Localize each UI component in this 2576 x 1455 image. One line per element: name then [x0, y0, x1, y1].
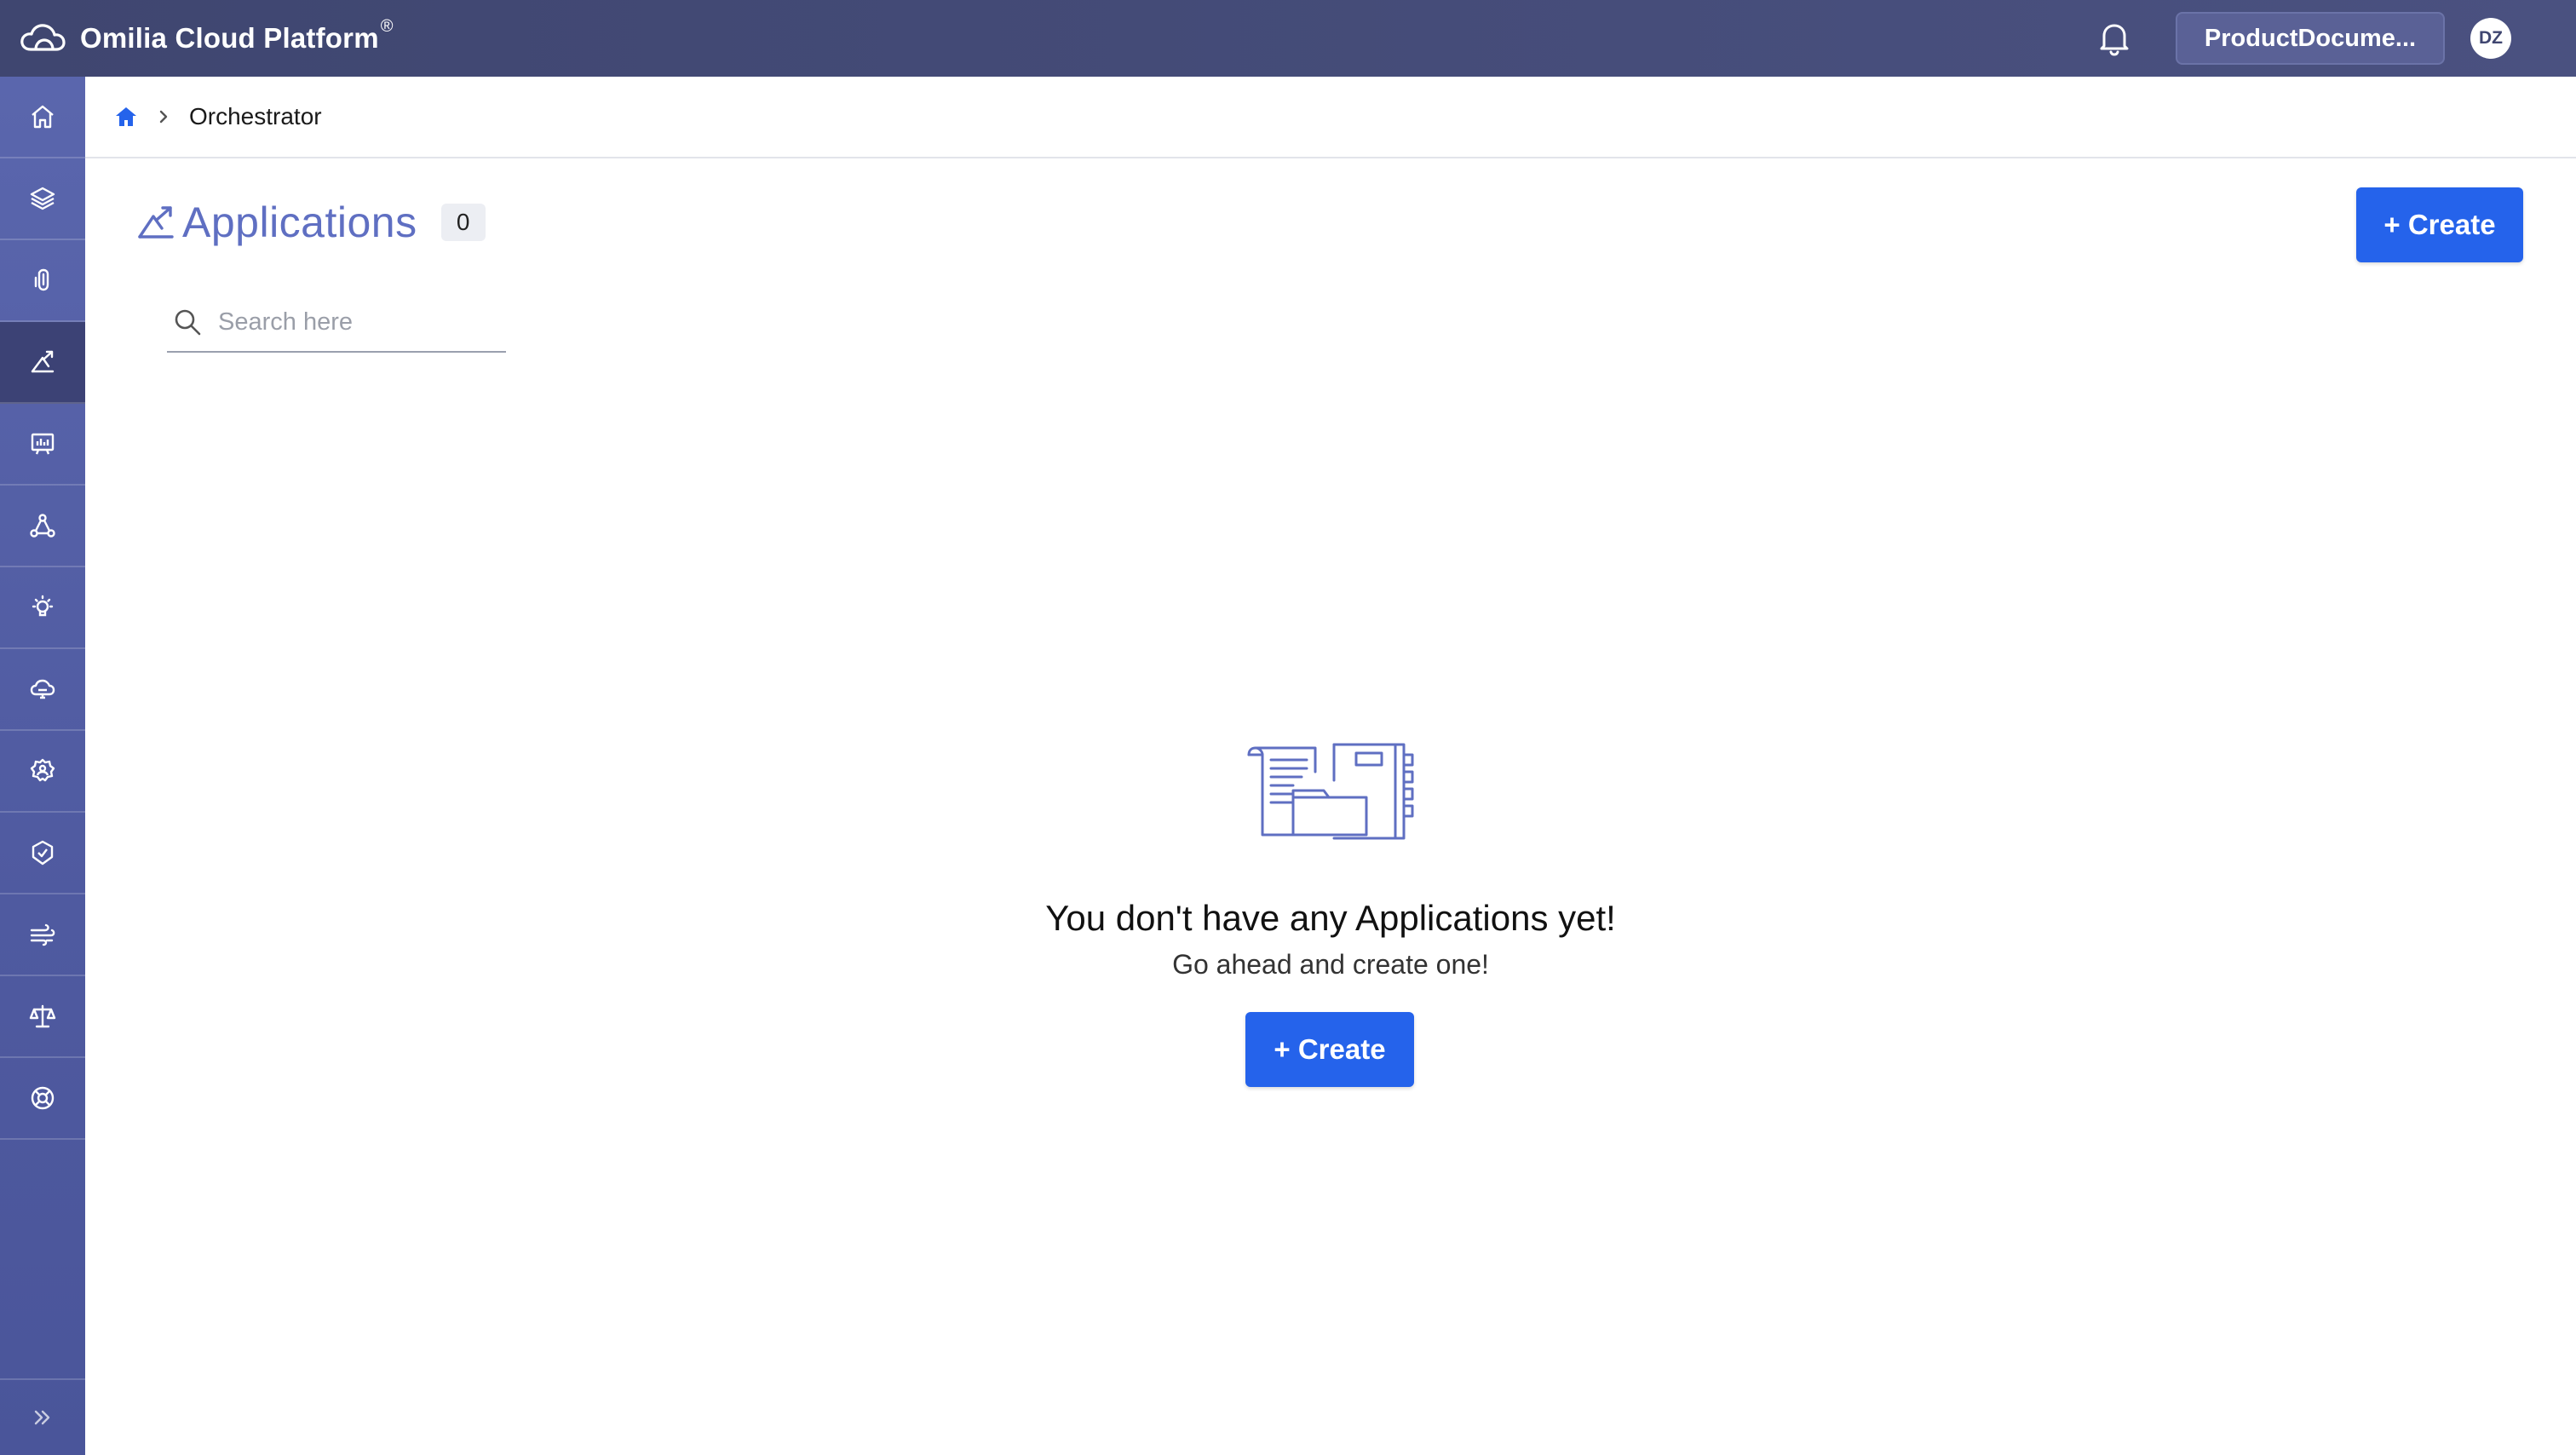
organization-switcher-button[interactable]: ProductDocume... [2176, 12, 2445, 65]
empty-state-create-button[interactable]: + Create [1245, 1012, 1414, 1087]
sidebar-item-projects[interactable] [0, 158, 85, 240]
sidebar-item-cloud[interactable] [0, 649, 85, 731]
top-bar: Omilia Cloud Platform ® ProductDocume... … [0, 0, 2576, 77]
create-button[interactable]: + Create [2356, 187, 2523, 262]
sidebar-item-orchestrator[interactable] [0, 322, 85, 404]
double-chevron-right-icon [34, 1410, 50, 1425]
sidebar-item-security[interactable] [0, 813, 85, 894]
empty-state-subtitle: Go ahead and create one! [1172, 949, 1489, 980]
brand-name: Omilia Cloud Platform ® [80, 17, 394, 54]
sidebar-item-support[interactable] [0, 1058, 85, 1140]
empty-state-title: You don't have any Applications yet! [1045, 898, 1616, 938]
sidebar-item-insights[interactable] [0, 567, 85, 649]
breadcrumb: Orchestrator [85, 77, 2576, 158]
search-field [167, 293, 506, 353]
sidebar-item-analytics[interactable] [0, 404, 85, 486]
bell-icon[interactable] [2094, 18, 2135, 59]
avatar[interactable]: DZ [2470, 18, 2511, 59]
breadcrumb-home-icon[interactable] [112, 103, 140, 130]
cloud-icon [30, 679, 55, 699]
orchestrator-icon [138, 206, 174, 239]
breadcrumb-current: Orchestrator [189, 103, 322, 129]
sidebar-item-resources[interactable] [0, 240, 85, 322]
sidebar-expand-button[interactable] [0, 1378, 85, 1455]
sidebar-item-compliance[interactable] [0, 976, 85, 1058]
page-title: Applications [182, 198, 417, 246]
bulb-icon [32, 595, 54, 617]
sidebar-item-network[interactable] [0, 486, 85, 567]
logo[interactable]: Omilia Cloud Platform ® [19, 17, 394, 56]
cloud-logo-icon [19, 20, 66, 56]
page-header: Applications 0 [136, 198, 486, 247]
sidebar-item-home[interactable] [0, 77, 85, 158]
shield-gear-icon [32, 840, 54, 866]
user-settings-icon [30, 758, 55, 782]
scale-icon [29, 1004, 56, 1028]
clip-icon [34, 268, 49, 291]
lifebuoy-icon [31, 1086, 55, 1110]
analytics-icon [31, 433, 55, 455]
empty-documents-illustration [1247, 743, 1414, 840]
registered-mark: ® [380, 17, 394, 36]
orchestrator-icon [31, 350, 55, 373]
layers-icon [30, 187, 55, 210]
search-icon [170, 305, 204, 339]
sidebar [0, 77, 85, 1455]
search-input[interactable] [218, 308, 491, 336]
chevron-right-icon [157, 108, 170, 125]
count-badge: 0 [440, 204, 486, 241]
home-icon [32, 105, 54, 129]
sidebar-item-users[interactable] [0, 731, 85, 813]
network-icon [30, 514, 55, 538]
